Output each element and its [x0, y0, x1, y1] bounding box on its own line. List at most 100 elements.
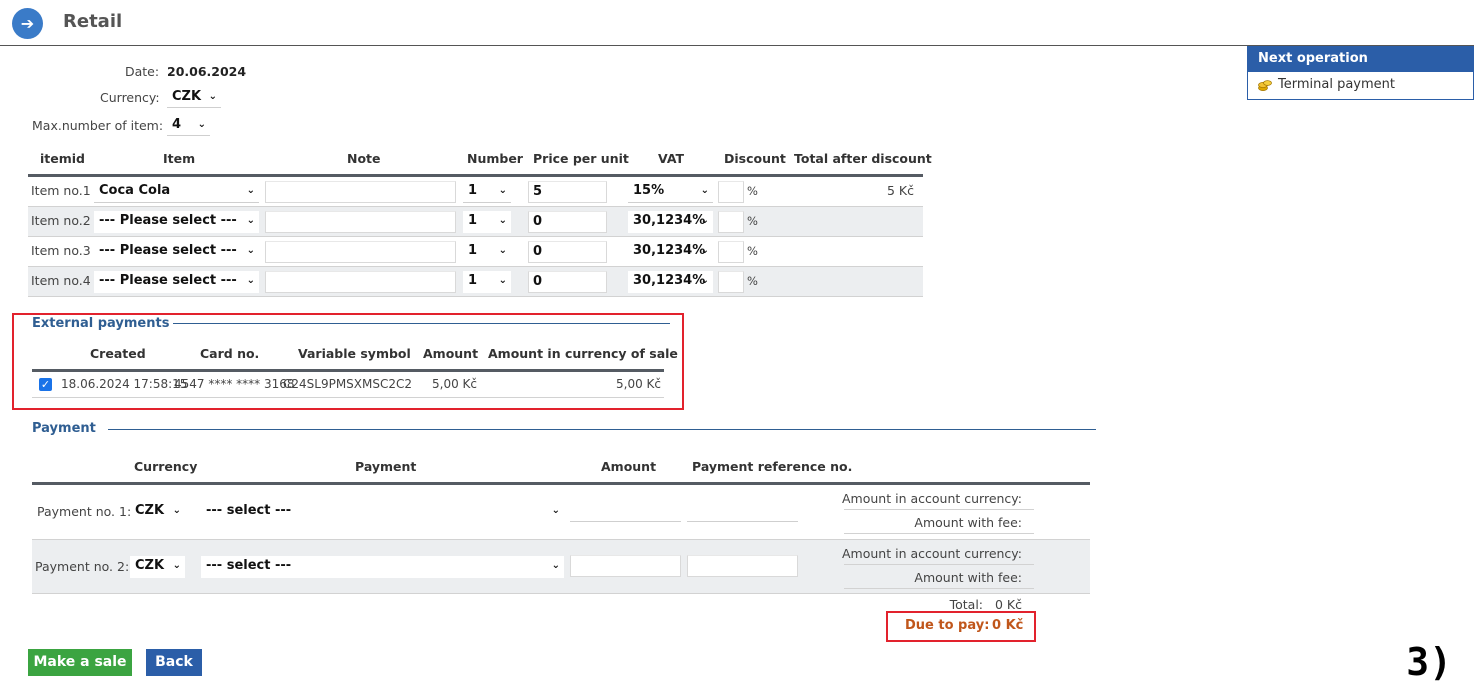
item-id: Item no.4 — [31, 273, 91, 288]
payment-method-select[interactable]: --- select --- ⌄ — [201, 501, 564, 523]
payment-amount-input[interactable] — [570, 555, 681, 577]
discount-input[interactable] — [718, 211, 744, 233]
ext-card-no: 4547 **** **** 3168 — [174, 377, 295, 391]
item-select-value: --- Please select --- — [99, 243, 237, 258]
col-vat: VAT — [658, 151, 685, 166]
chevron-down-icon: ⌄ — [208, 91, 217, 102]
col-price: Price per unit — [533, 151, 629, 166]
payment-row-label: Payment no. 2: — [35, 559, 130, 574]
discount-input[interactable] — [718, 271, 744, 293]
amount-with-fee-label: Amount with fee: — [914, 570, 1022, 585]
chevron-down-icon: ⌄ — [700, 275, 709, 286]
chevron-down-icon: ⌄ — [700, 185, 709, 196]
page-title: Retail — [63, 11, 123, 32]
item-select[interactable]: --- Please select --- ⌄ — [94, 271, 259, 293]
vat-select[interactable]: 30,1234% ⌄ — [628, 241, 713, 263]
col-number: Number — [467, 151, 523, 166]
item-select[interactable]: --- Please select --- ⌄ — [94, 241, 259, 263]
number-value: 1 — [468, 213, 478, 228]
discount-input[interactable] — [718, 241, 744, 263]
percent-sign: % — [747, 214, 758, 228]
col-amount: Amount — [423, 346, 479, 361]
item-select-value: Coca Cola — [99, 183, 171, 198]
price-input[interactable]: 0 — [528, 241, 607, 263]
section-divider — [108, 429, 1096, 430]
number-select[interactable]: 1 ⌄ — [463, 211, 511, 233]
payment-method-select[interactable]: --- select --- ⌄ — [201, 556, 564, 578]
price-input[interactable]: 5 — [528, 181, 607, 203]
percent-sign: % — [747, 184, 758, 198]
amount-account-currency-label: Amount in account currency: — [842, 546, 1022, 561]
due-label: Due to pay: — [905, 618, 990, 633]
col-created: Created — [90, 346, 146, 361]
number-value: 1 — [468, 243, 478, 258]
chevron-down-icon: ⌄ — [197, 119, 206, 130]
col-currency: Currency — [134, 459, 198, 474]
arrow-right-icon[interactable]: ➔ — [12, 8, 43, 39]
item-select-value: --- Please select --- — [99, 213, 237, 228]
amount-with-fee-label: Amount with fee: — [914, 515, 1022, 530]
ext-variable-symbol: C24SL9PMSXMSC2C2 — [283, 377, 413, 391]
item-id: Item no.1 — [31, 183, 91, 198]
number-select[interactable]: 1 ⌄ — [463, 241, 511, 263]
external-payments-title: External payments — [32, 316, 170, 331]
next-operation-title: Next operation — [1247, 46, 1474, 72]
chevron-down-icon: ⌄ — [246, 245, 255, 256]
payment-currency-select[interactable]: CZK ⌄ — [130, 556, 185, 578]
section-divider — [173, 323, 670, 324]
terminal-payment-link[interactable]: Terminal payment — [1247, 72, 1474, 100]
chevron-down-icon: ⌄ — [498, 245, 507, 256]
vat-value: 30,1234% — [633, 243, 706, 258]
col-pay-amount: Amount — [601, 459, 657, 474]
row-divider — [844, 588, 1034, 589]
note-input[interactable] — [265, 181, 456, 203]
payment-checkbox[interactable]: ✓ — [39, 378, 52, 391]
discount-input[interactable] — [718, 181, 744, 203]
payment-method-value: --- select --- — [206, 558, 292, 573]
payment-amount-input[interactable] — [570, 500, 681, 522]
vat-select[interactable]: 15% ⌄ — [628, 181, 713, 203]
col-card-no: Card no. — [200, 346, 260, 361]
row-divider — [844, 564, 1034, 565]
payment-method-value: --- select --- — [206, 503, 292, 518]
row-total: 5 Kč — [887, 183, 914, 198]
make-sale-button[interactable]: Make a sale — [28, 649, 132, 676]
note-input[interactable] — [265, 241, 456, 263]
price-input[interactable]: 0 — [528, 211, 607, 233]
col-itemid: itemid — [40, 151, 85, 166]
max-items-select[interactable]: 4 ⌄ — [167, 115, 210, 136]
chevron-down-icon: ⌄ — [246, 185, 255, 196]
item-select[interactable]: Coca Cola ⌄ — [94, 181, 259, 203]
payment-reference-input[interactable] — [687, 500, 798, 522]
number-value: 1 — [468, 273, 478, 288]
payment-reference-input[interactable] — [687, 555, 798, 577]
payment-currency-select[interactable]: CZK ⌄ — [130, 501, 185, 523]
vat-value: 15% — [633, 183, 665, 198]
date-value: 20.06.2024 — [167, 64, 247, 79]
item-select[interactable]: --- Please select --- ⌄ — [94, 211, 259, 233]
number-select[interactable]: 1 ⌄ — [463, 271, 511, 293]
chevron-down-icon: ⌄ — [498, 215, 507, 226]
chevron-down-icon: ⌄ — [172, 560, 181, 571]
row-divider — [844, 509, 1034, 510]
chevron-down-icon: ⌄ — [246, 275, 255, 286]
note-input[interactable] — [265, 211, 456, 233]
back-button[interactable]: Back — [146, 649, 202, 676]
max-items-value: 4 — [172, 117, 182, 132]
vat-select[interactable]: 30,1234% ⌄ — [628, 271, 713, 293]
currency-label: Currency: — [100, 90, 160, 105]
price-input[interactable]: 0 — [528, 271, 607, 293]
coins-icon — [1258, 80, 1272, 91]
payment-currency-value: CZK — [135, 558, 165, 573]
item-id: Item no.2 — [31, 213, 91, 228]
note-input[interactable] — [265, 271, 456, 293]
vat-select[interactable]: 30,1234% ⌄ — [628, 211, 713, 233]
max-items-label: Max.number of item: — [32, 118, 164, 133]
payment-row-label: Payment no. 1: — [37, 504, 132, 519]
currency-select[interactable]: CZK ⌄ — [167, 87, 221, 108]
date-label: Date: — [125, 64, 160, 79]
number-select[interactable]: 1 ⌄ — [463, 181, 511, 203]
vat-value: 30,1234% — [633, 273, 706, 288]
chevron-down-icon: ⌄ — [551, 560, 560, 571]
col-variable-symbol: Variable symbol — [298, 346, 411, 361]
